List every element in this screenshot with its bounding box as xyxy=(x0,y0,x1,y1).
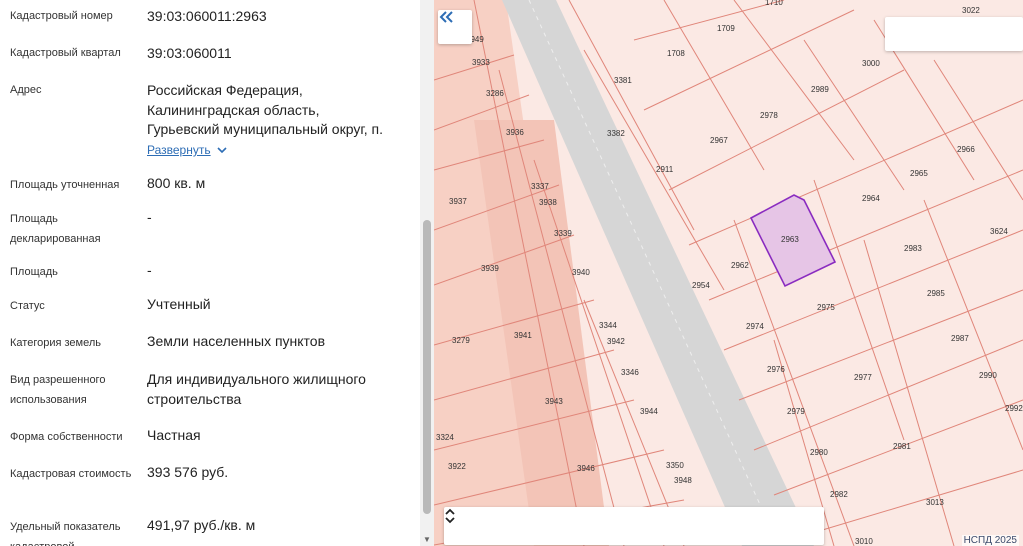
parcel-label: 2992 xyxy=(1005,404,1023,413)
up-down-chevron-icon xyxy=(445,508,455,524)
parcel-label: 3324 xyxy=(436,433,454,442)
chevron-down-icon xyxy=(217,147,227,154)
detail-value: Российская Федерация, Калининградская об… xyxy=(147,82,383,137)
detail-value: - xyxy=(147,262,152,278)
parcel-label: 3937 xyxy=(449,197,467,206)
address-expand-link[interactable]: Развернуть xyxy=(147,143,227,157)
parcel-label: 2978 xyxy=(760,111,778,120)
parcel-label: 3022 xyxy=(962,6,980,15)
parcel-label: 2976 xyxy=(767,365,785,374)
detail-value: 39:03:060011:2963 xyxy=(147,8,267,24)
parcel-label: 3936 xyxy=(506,128,524,137)
parcel-label: 2954 xyxy=(692,281,710,290)
parcel-label: 2975 xyxy=(817,303,835,312)
parcel-label: 3943 xyxy=(545,397,563,406)
parcel-label: 3624 xyxy=(990,227,1008,236)
detail-label: Кадастровый номер xyxy=(10,10,113,22)
detail-label: Кадастровая стоимость xyxy=(10,468,132,480)
parcel-label: 2989 xyxy=(811,85,829,94)
detail-label: Удельный показатель кадастровой xyxy=(10,521,121,546)
panel-scrollbar-thumb[interactable] xyxy=(423,220,431,514)
parcel-label: 2982 xyxy=(830,490,848,499)
parcel-label: 3922 xyxy=(448,462,466,471)
parcel-label: 3948 xyxy=(674,476,692,485)
parcel-label: 3381 xyxy=(614,76,632,85)
parcel-label: 2981 xyxy=(893,442,911,451)
map-search-box[interactable] xyxy=(885,17,1023,51)
detail-value: Учтенный xyxy=(147,296,211,312)
detail-value: 491,97 руб./кв. м xyxy=(147,517,256,533)
parcel-label: 2965 xyxy=(910,169,928,178)
parcel-label: 2962 xyxy=(731,261,749,270)
parcel-label: 3941 xyxy=(514,331,532,340)
parcel-label: 3939 xyxy=(481,264,499,273)
double-chevron-left-icon xyxy=(439,11,453,23)
detail-label: Площадь уточненная xyxy=(10,179,120,191)
parcel-label: 2987 xyxy=(951,334,969,343)
parcel-label: 3286 xyxy=(486,89,504,98)
parcel-label: 3279 xyxy=(452,336,470,345)
detail-label: Площадь xyxy=(10,266,58,278)
detail-value: Для индивидуального жилищного строительс… xyxy=(147,371,366,407)
detail-label: Категория земель xyxy=(10,337,101,349)
detail-label: Статус xyxy=(10,300,45,312)
map-copyright: НСПД 2025 xyxy=(961,535,1019,546)
detail-label: Площадь декларированная xyxy=(10,213,101,245)
parcel-label: 3346 xyxy=(621,368,639,377)
layer-select[interactable] xyxy=(444,507,824,545)
parcel-label: 2964 xyxy=(862,194,880,203)
parcel-label: 3946 xyxy=(577,464,595,473)
parcel-label: 3350 xyxy=(666,461,684,470)
parcel-label: 2966 xyxy=(957,145,975,154)
parcel-label: 2980 xyxy=(810,448,828,457)
parcel-label: 2985 xyxy=(927,289,945,298)
parcel-label: 2983 xyxy=(904,244,922,253)
detail-label: Адрес xyxy=(10,84,42,96)
detail-value: - xyxy=(147,209,152,225)
parcel-label: 3337 xyxy=(531,182,549,191)
parcel-label: 2990 xyxy=(979,371,997,380)
parcel-label: 1710 xyxy=(765,0,783,7)
detail-label: Кадастровый квартал xyxy=(10,47,121,59)
parcel-label: 3382 xyxy=(607,129,625,138)
parcel-label: 2977 xyxy=(854,373,872,382)
parcel-label: 1708 xyxy=(667,49,685,58)
parcel-label: 3344 xyxy=(599,321,617,330)
detail-value: 393 576 руб. xyxy=(147,464,229,480)
parcel-label: 2963 xyxy=(781,235,799,244)
parcel-label: 3339 xyxy=(554,229,572,238)
scroll-down-arrow-icon[interactable]: ▼ xyxy=(422,535,432,545)
collapse-panel-button[interactable] xyxy=(438,10,472,44)
address-expand-label: Развернуть xyxy=(147,143,211,157)
parcel-label: 1709 xyxy=(717,24,735,33)
detail-value: Частная xyxy=(147,427,201,443)
parcel-info-panel: Кадастровый номер 39:03:060011:2963 Када… xyxy=(0,0,420,546)
parcel-label: 3938 xyxy=(539,198,557,207)
parcel-label: 3942 xyxy=(607,337,625,346)
parcel-label: 3944 xyxy=(640,407,658,416)
detail-value: 800 кв. м xyxy=(147,175,206,191)
detail-value: 39:03:060011 xyxy=(147,45,232,61)
parcel-label: 3010 xyxy=(855,537,873,546)
detail-label: Вид разрешенного использования xyxy=(10,374,106,406)
parcel-label: 2911 xyxy=(656,165,674,174)
parcel-label: 2974 xyxy=(746,322,764,331)
cadastral-map[interactable]: 1710 3022 1709 1708 3000 3381 2989 2978 … xyxy=(434,0,1023,546)
detail-label: Форма собственности xyxy=(10,431,123,443)
parcel-label: 2967 xyxy=(710,136,728,145)
parcel-label: 3940 xyxy=(572,268,590,277)
parcel-label: 3013 xyxy=(926,498,944,507)
detail-value: Земли населенных пунктов xyxy=(147,333,326,349)
parcel-label: 2979 xyxy=(787,407,805,416)
parcel-label: 3000 xyxy=(862,59,880,68)
parcel-label: 3933 xyxy=(472,58,490,67)
